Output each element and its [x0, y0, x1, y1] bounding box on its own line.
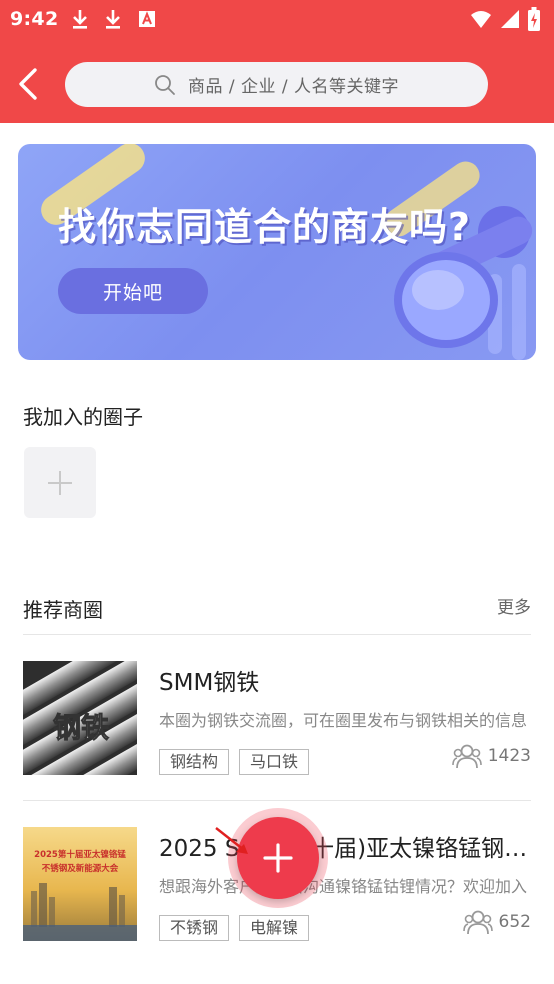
tag: 钢结构	[159, 749, 230, 775]
tag: 马口铁	[239, 749, 310, 775]
system-icons	[470, 6, 540, 32]
battery-icon	[528, 7, 540, 31]
members-icon	[462, 910, 493, 935]
tag-list: 钢结构 马口铁	[159, 749, 310, 775]
member-count-value: 652	[498, 912, 531, 932]
thumb-line: 不锈钢及新能源大会	[42, 863, 119, 874]
tag: 电解镍	[239, 915, 310, 941]
tag-list: 不锈钢 电解镍	[159, 915, 310, 941]
divider	[23, 634, 531, 635]
member-count: 652	[462, 909, 531, 935]
plus-icon	[48, 470, 72, 495]
start-button[interactable]: 开始吧	[58, 268, 208, 314]
status-time: 9:42	[10, 8, 59, 30]
circle-description: 想跟海外客户面对面沟通镍铬锰钴锂情况？欢迎加入	[159, 877, 528, 896]
circle-thumbnail: 钢铁	[23, 661, 137, 775]
status-bar: 9:42	[0, 0, 554, 40]
pointer-arrow-icon	[215, 827, 248, 854]
steel-pipes-image: 钢铁	[23, 661, 137, 775]
more-link[interactable]: 更多	[497, 593, 531, 618]
wifi-icon	[471, 11, 491, 28]
download-icon	[73, 10, 87, 29]
download-icon	[106, 10, 120, 29]
recommended-title: 推荐商圈	[23, 598, 103, 622]
search-input[interactable]: 商品 / 企业 / 人名等关键字	[65, 62, 488, 107]
promo-banner[interactable]: 找你志同道合的商友吗? 开始吧	[18, 144, 536, 360]
circle-title: SMM钢铁	[159, 670, 260, 696]
thumb-line: 2025第十届亚太镍铬锰	[34, 849, 126, 860]
conference-poster-image: 2025第十届亚太镍铬锰 不锈钢及新能源大会	[23, 827, 137, 941]
divider	[23, 800, 531, 801]
member-count-value: 1423	[487, 746, 531, 766]
signal-icon	[501, 10, 519, 28]
top-header: 9:42 商品 / 企业 / 人名等关键字	[0, 0, 554, 123]
search-placeholder: 商品 / 企业 / 人名等关键字	[187, 77, 400, 97]
back-button[interactable]	[10, 62, 46, 106]
back-arrow-icon	[19, 68, 37, 100]
tag: 不锈钢	[159, 915, 230, 941]
circle-description: 本圈为钢铁交流圈，可在圈里发布与钢铁相关的信息	[159, 711, 528, 730]
add-circle-button[interactable]	[24, 447, 96, 518]
plus-icon	[263, 843, 293, 873]
my-circles-title: 我加入的圈子	[23, 405, 143, 429]
members-icon	[451, 744, 482, 769]
circle-thumbnail: 2025第十届亚太镍铬锰 不锈钢及新能源大会	[23, 827, 137, 941]
thumb-text: 钢铁	[53, 711, 109, 744]
circle-card[interactable]: 钢铁 SMM钢铁 本圈为钢铁交流圈，可在圈里发布与钢铁相关的信息 钢结构 马口铁…	[23, 661, 531, 781]
search-icon	[155, 74, 175, 95]
member-count: 1423	[451, 743, 531, 769]
magnifier-icon	[394, 206, 533, 348]
text-icon	[139, 11, 155, 27]
